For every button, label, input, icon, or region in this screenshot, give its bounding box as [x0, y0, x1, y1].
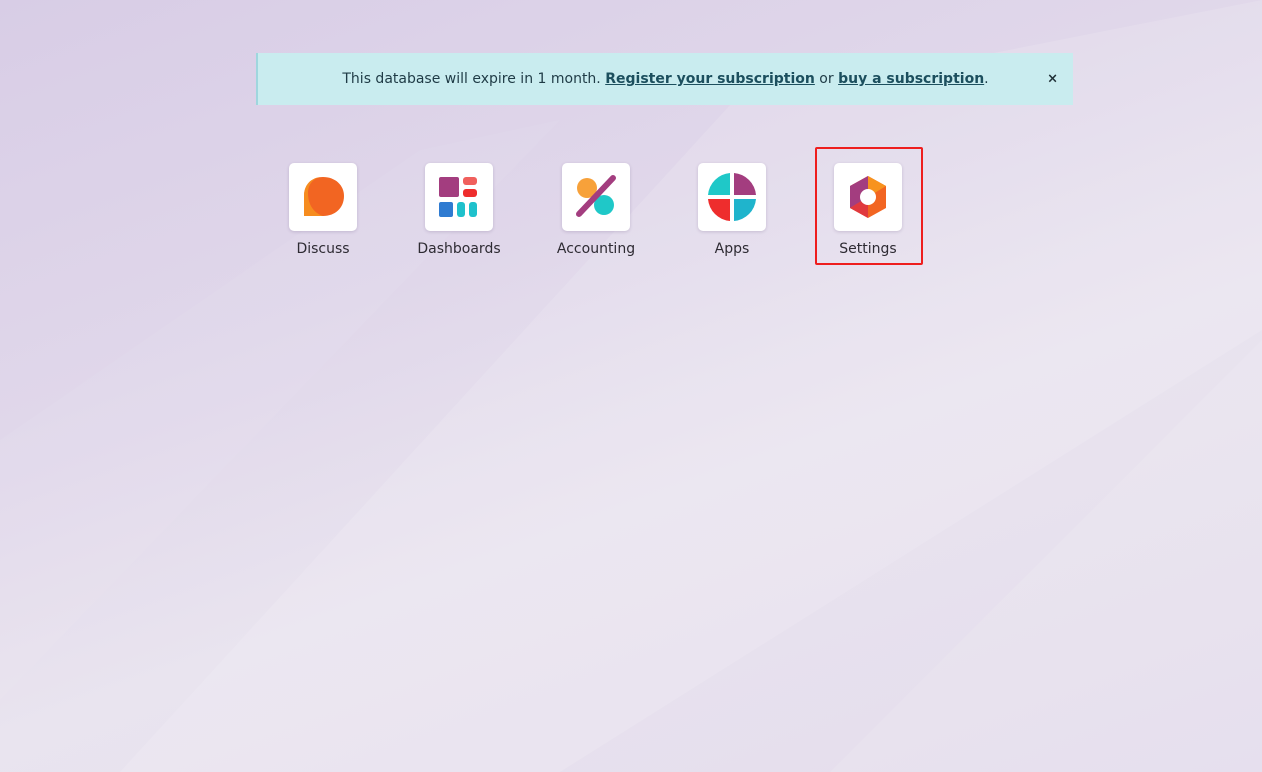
alert-message: This database will expire in 1 month. Re…	[342, 71, 988, 87]
app-tile-discuss[interactable]	[289, 163, 357, 231]
app-accounting[interactable]: Accounting	[541, 163, 651, 257]
app-label-dashboards: Dashboards	[417, 241, 501, 257]
alert-text-middle: or	[814, 71, 839, 87]
app-label-discuss: Discuss	[296, 241, 350, 257]
home-background	[0, 0, 1262, 772]
app-tile-dashboards[interactable]	[425, 163, 493, 231]
app-label-accounting: Accounting	[556, 241, 636, 257]
alert-text-before: This database will expire in 1 month.	[342, 71, 606, 87]
close-icon[interactable]: ×	[1047, 73, 1058, 86]
app-label-apps: Apps	[714, 241, 750, 257]
register-subscription-link[interactable]: Register your subscription	[605, 71, 815, 87]
app-tile-accounting[interactable]	[562, 163, 630, 231]
app-dashboards[interactable]: Dashboards	[404, 163, 514, 257]
app-apps[interactable]: Apps	[677, 163, 787, 257]
buy-subscription-link[interactable]: buy a subscription	[838, 71, 984, 87]
accounting-icon	[576, 175, 616, 217]
app-label-settings: Settings	[839, 241, 897, 257]
app-discuss[interactable]: Discuss	[268, 163, 378, 257]
app-settings[interactable]: Settings	[813, 163, 923, 257]
settings-icon	[850, 176, 886, 218]
apps-icon	[708, 173, 756, 221]
discuss-icon	[304, 177, 344, 216]
app-tile-apps[interactable]	[698, 163, 766, 231]
background-diagonal-shapes	[0, 0, 1262, 772]
app-tile-settings[interactable]	[834, 163, 902, 231]
subscription-alert: This database will expire in 1 month. Re…	[256, 53, 1073, 105]
dashboards-icon	[439, 177, 477, 217]
alert-text-after: .	[984, 71, 989, 87]
